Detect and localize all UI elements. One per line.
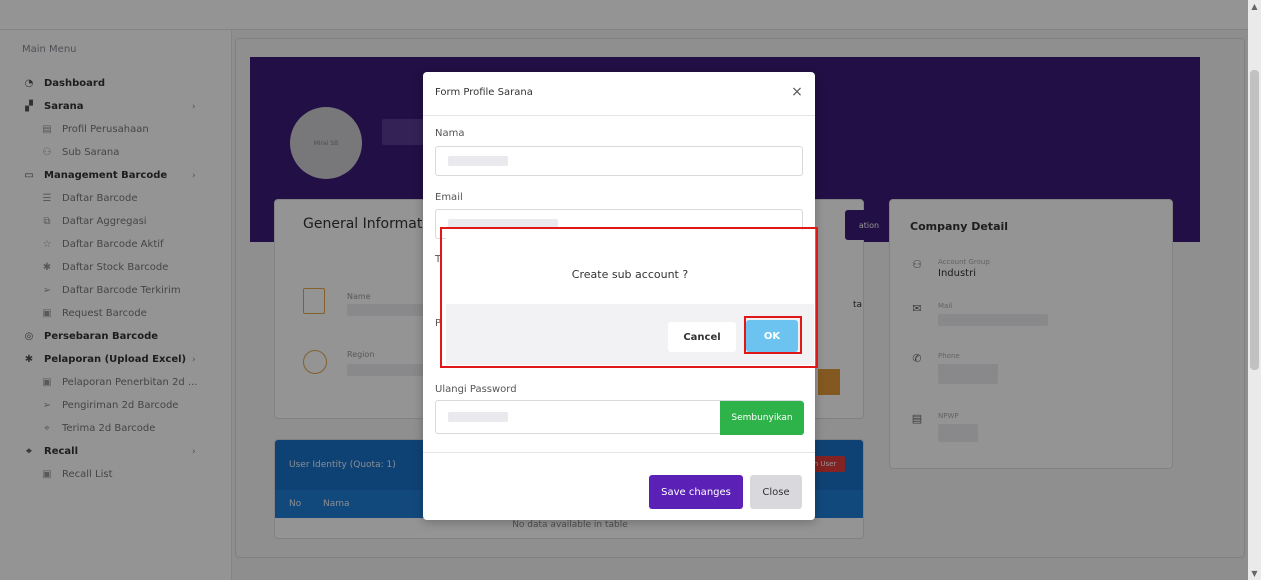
ulangi-password-input[interactable]: Sembunyikan	[435, 400, 804, 435]
scroll-up-icon[interactable]: ▲	[1248, 2, 1261, 11]
confirm-message: Create sub account ?	[571, 268, 689, 281]
page-scrollbar[interactable]: ▲ ▼	[1248, 0, 1261, 580]
scroll-down-icon[interactable]: ▼	[1248, 569, 1261, 578]
modal-header: Form Profile Sarana ×	[423, 72, 815, 116]
partial-field-label-p: P	[435, 318, 442, 329]
close-icon[interactable]: ×	[789, 84, 805, 100]
modal-title: Form Profile Sarana	[435, 87, 533, 98]
modal-footer: Save changes Close	[423, 452, 815, 520]
nama-value-redacted	[448, 156, 508, 166]
email-value-redacted	[448, 219, 558, 229]
ulangi-password-label: Ulangi Password	[435, 384, 517, 395]
cancel-button[interactable]: Cancel	[668, 322, 736, 352]
confirm-dialog: Create sub account ? Cancel OK	[446, 230, 814, 365]
ok-button[interactable]: OK	[746, 320, 798, 352]
close-button[interactable]: Close	[750, 475, 802, 509]
confirm-actions: Cancel OK	[446, 304, 814, 365]
email-label: Email	[435, 192, 463, 203]
nama-label: Nama	[435, 128, 465, 139]
save-changes-button[interactable]: Save changes	[649, 475, 743, 509]
password-value-redacted	[448, 412, 508, 422]
nama-input[interactable]	[435, 146, 803, 176]
partial-field-label-t: T	[435, 254, 442, 265]
confirm-message-area: Create sub account ?	[446, 230, 814, 304]
scrollbar-thumb[interactable]	[1250, 70, 1259, 370]
toggle-password-button[interactable]: Sembunyikan	[720, 401, 804, 435]
